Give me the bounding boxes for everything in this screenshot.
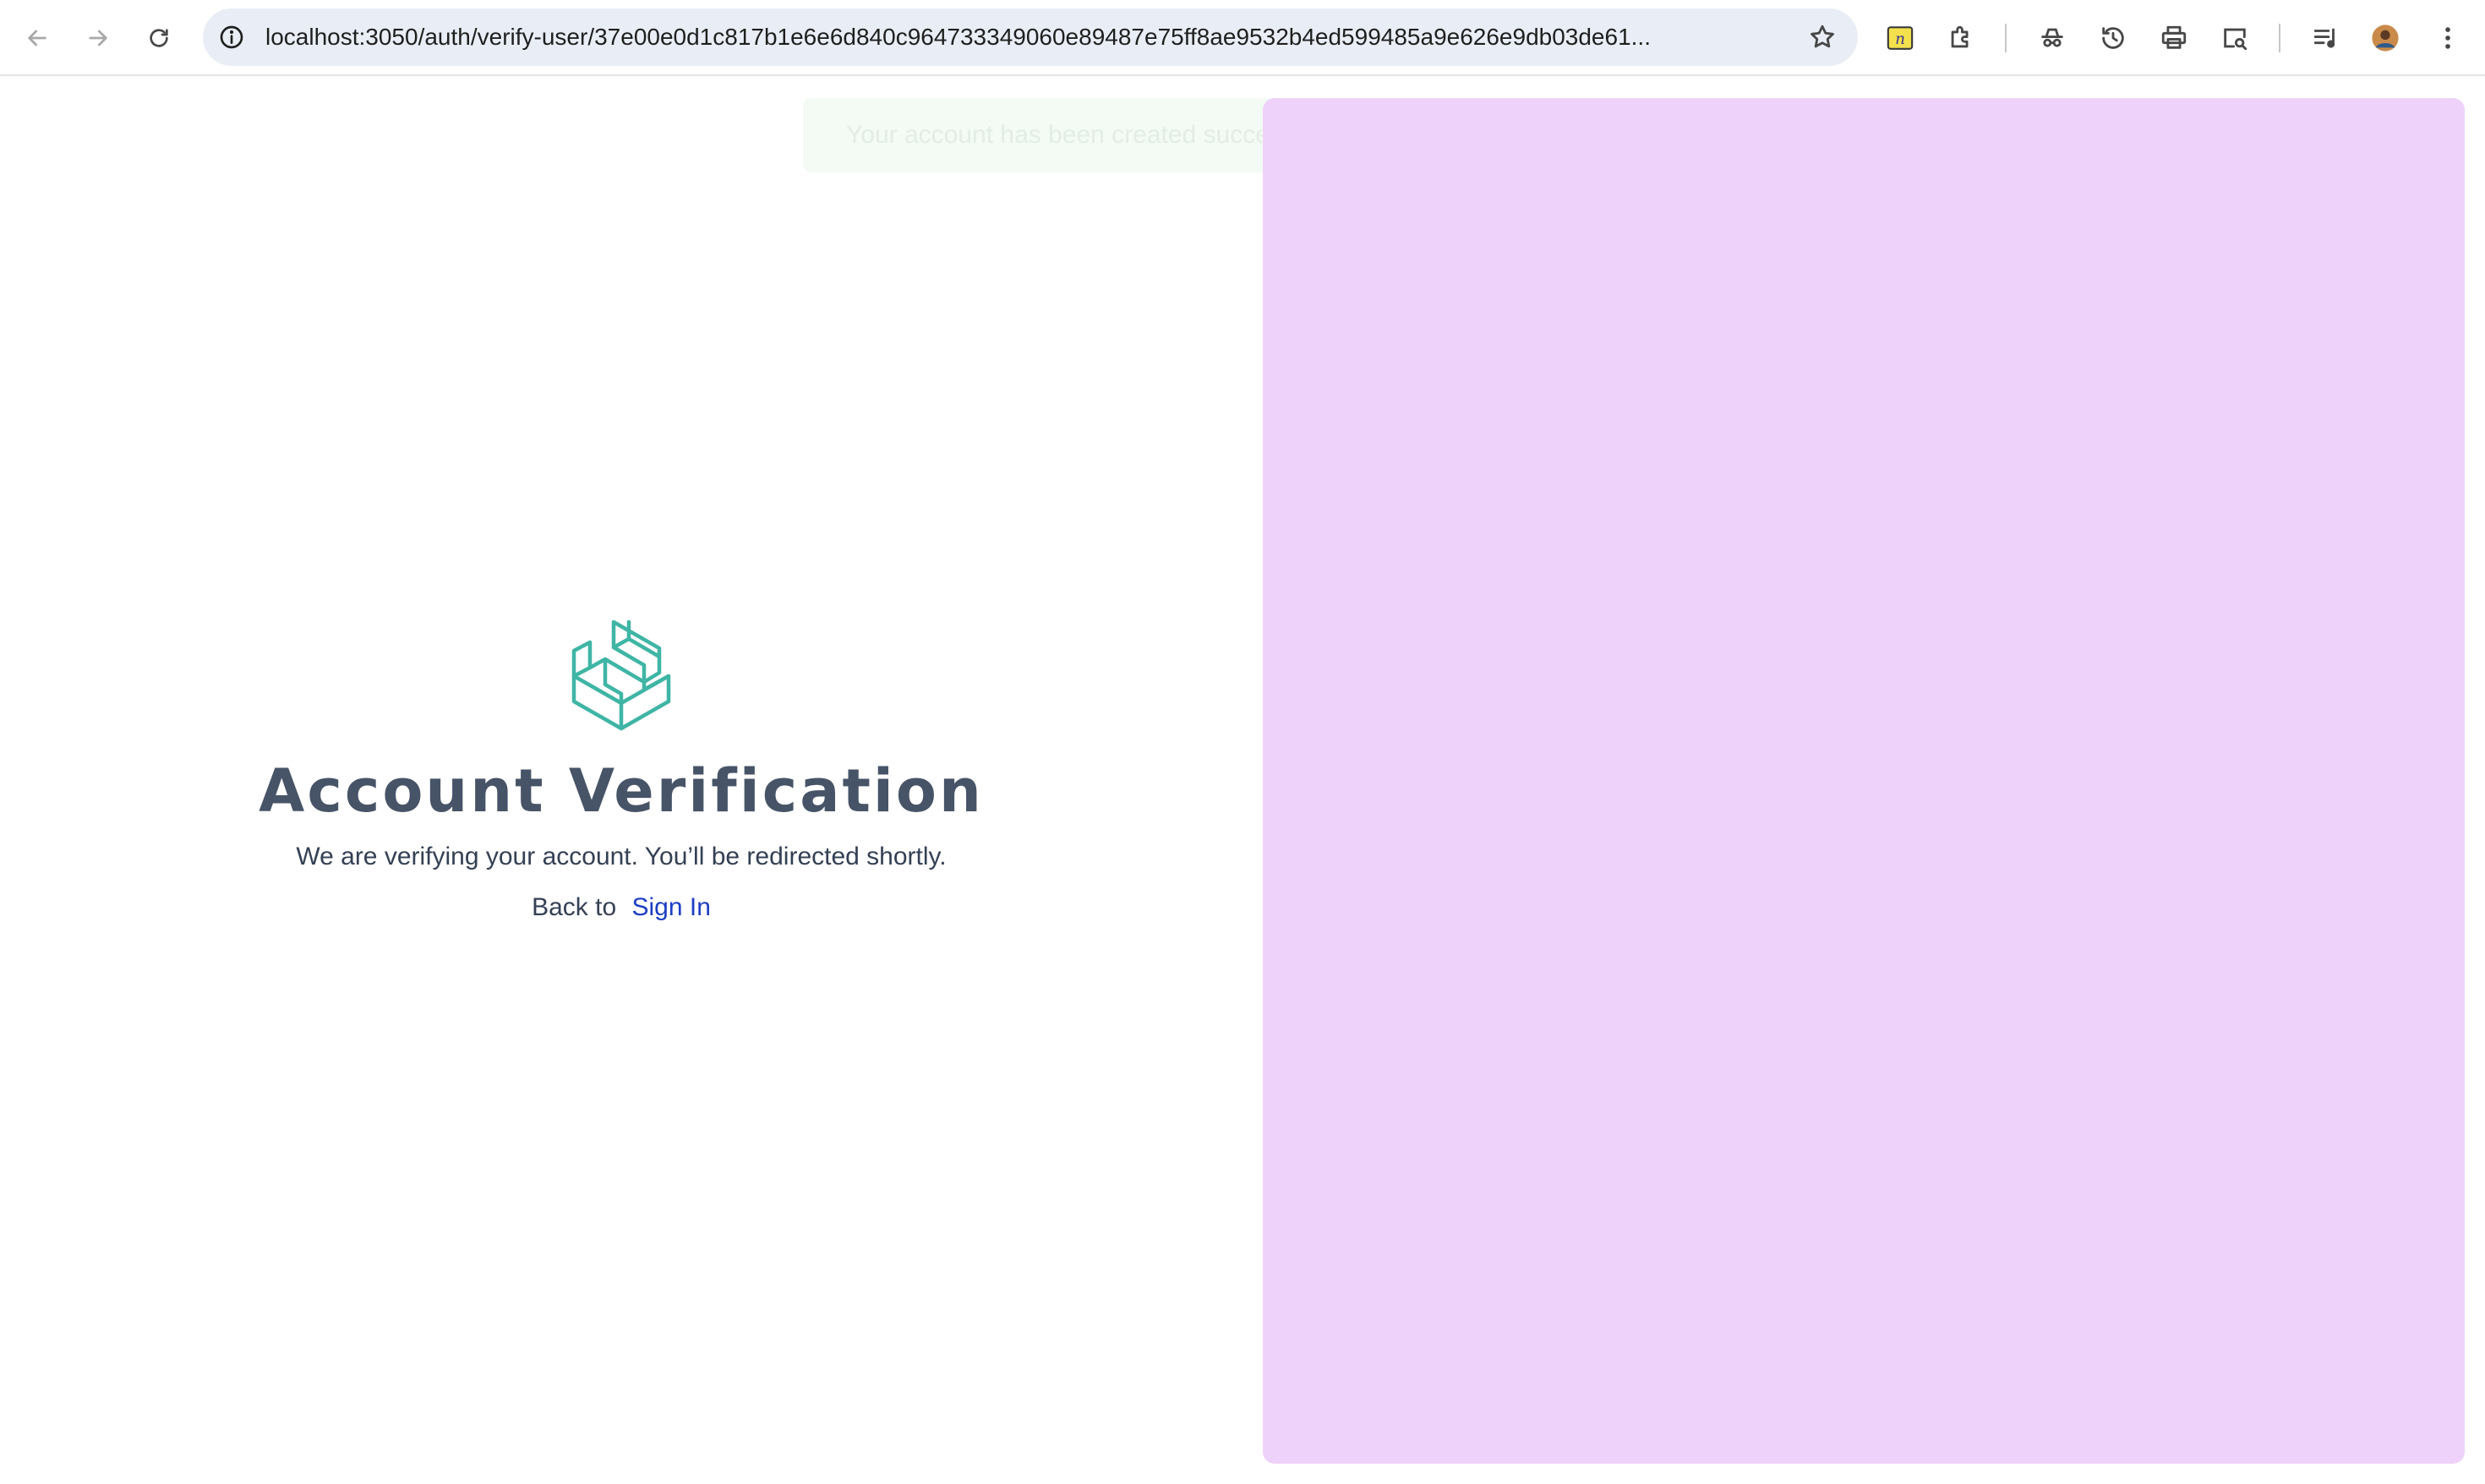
notes-extension-icon[interactable]: n [1880, 18, 1920, 58]
reload-button[interactable] [139, 18, 179, 58]
toolbar-divider [2005, 24, 2007, 52]
app-logo-icon [571, 619, 671, 731]
toolbar-divider [2279, 24, 2280, 52]
history-icon[interactable] [2093, 18, 2133, 58]
decorative-side-panel [1263, 98, 2465, 1464]
arrow-right-icon [89, 30, 107, 46]
star-icon[interactable] [1805, 20, 1839, 54]
address-bar[interactable]: localhost:3050/auth/verify-user/37e00e0d… [203, 8, 1858, 66]
puzzle-icon[interactable] [1941, 18, 1981, 58]
kebab-menu-icon[interactable] [2428, 18, 2468, 58]
media-control-icon[interactable] [2306, 18, 2346, 58]
svg-text:n: n [1895, 30, 1905, 48]
arrow-left-icon [28, 30, 46, 46]
browser-toolbar: localhost:3050/auth/verify-user/37e00e0d… [0, 0, 2485, 76]
verification-card: Account Verification We are verifying yo… [135, 619, 1107, 926]
reload-icon [150, 29, 168, 47]
forward-button[interactable] [78, 18, 118, 58]
back-to-sign-in: Back to Sign In [135, 889, 1107, 926]
sign-in-link[interactable]: Sign In [632, 893, 711, 921]
avatar[interactable] [2365, 18, 2406, 58]
back-button[interactable] [17, 18, 57, 58]
url-text[interactable]: localhost:3050/auth/verify-user/37e00e0d… [265, 8, 1787, 66]
tab-search-icon[interactable] [2215, 18, 2255, 58]
verification-message: We are verifying your account. You’ll be… [296, 843, 947, 870]
page-content: Your account has been created successful… [0, 78, 2485, 1484]
page-title: Account Verification [259, 756, 984, 826]
incognito-icon[interactable] [2032, 18, 2073, 58]
info-icon[interactable] [216, 22, 247, 52]
back-prefix-label: Back to [532, 893, 617, 921]
printer-icon[interactable] [2154, 18, 2194, 58]
